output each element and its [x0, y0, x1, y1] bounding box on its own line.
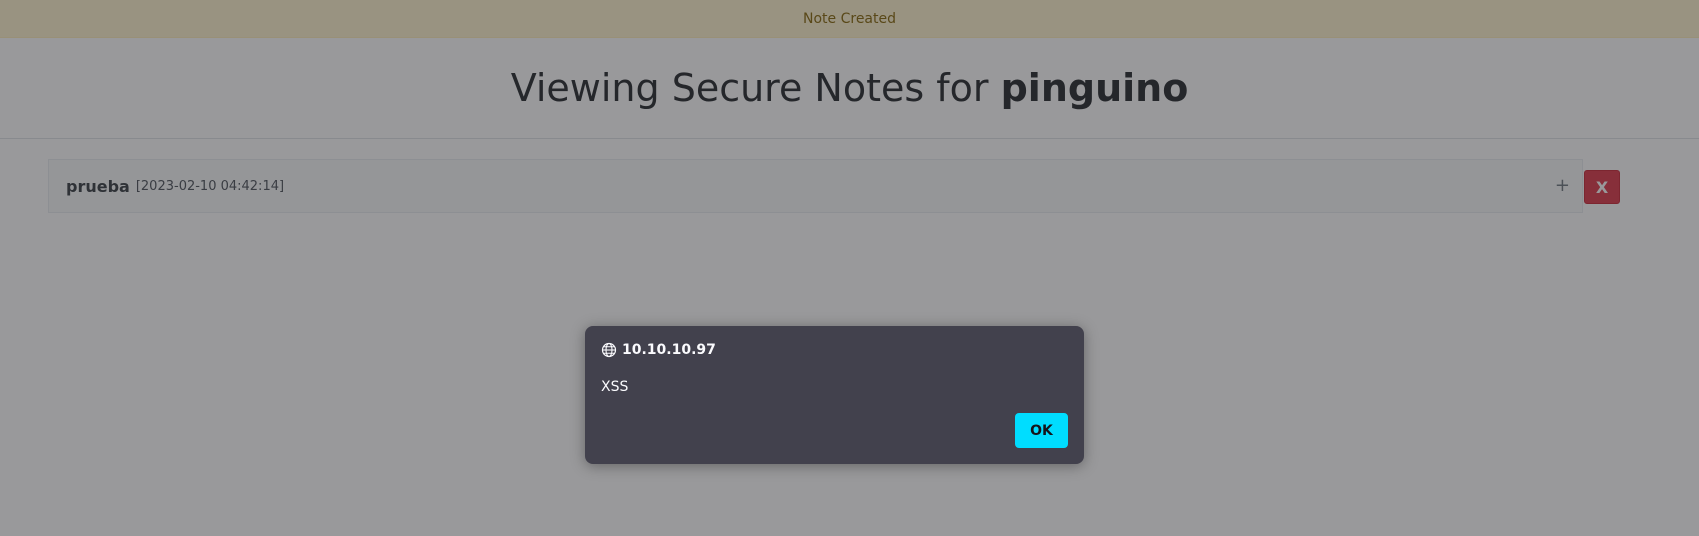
alert-dialog: 10.10.10.97 XSS OK	[585, 326, 1084, 464]
ok-button[interactable]: OK	[1015, 413, 1068, 448]
dialog-origin-text: 10.10.10.97	[622, 342, 716, 358]
dialog-message: XSS	[601, 379, 629, 395]
dialog-origin: 10.10.10.97	[601, 342, 716, 358]
globe-icon	[601, 342, 617, 358]
